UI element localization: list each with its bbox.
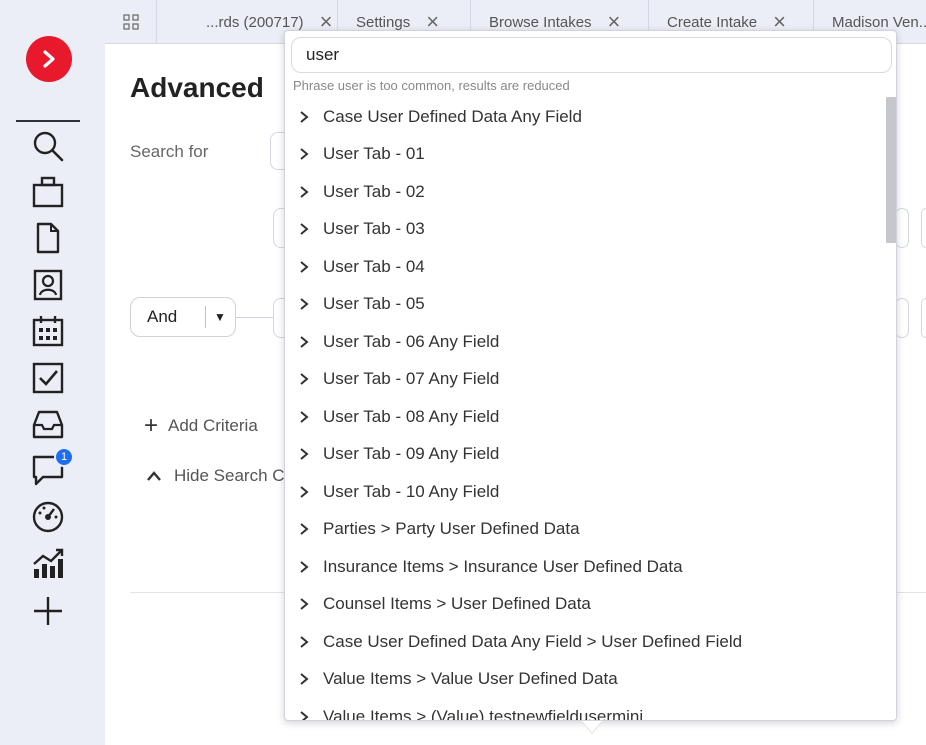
chevron-right-icon [285,185,323,198]
reports-chart-icon[interactable] [30,546,66,582]
result-item[interactable]: User Tab - 05 [285,286,885,324]
result-item[interactable]: Insurance Items > Insurance User Defined… [285,548,885,586]
operator-select[interactable]: And ▼ [130,297,236,337]
chevron-right-icon [285,598,323,611]
chevron-right-icon [285,448,323,461]
result-item-label: User Tab - 02 [323,181,425,201]
field-search-dropdown: user Phrase user is too common, results … [284,30,897,721]
field-results-list: Case User Defined Data Any Field User Tab… [285,98,885,721]
result-item-label: Value Items > Value User Defined Data [323,669,618,689]
rail-divider [16,120,80,122]
result-item-label: User Tab - 07 Any Field [323,369,500,389]
result-item-label: Parties > Party User Defined Data [323,519,580,539]
result-item-label: Insurance Items > Insurance User Defined… [323,556,683,576]
criteria-field-2-right[interactable] [895,298,909,338]
search-icon[interactable] [30,128,66,164]
caret-down-icon: ▼ [214,310,226,324]
plus-icon: + [144,412,159,439]
search-hint: Phrase user is too common, results are r… [293,78,570,93]
chevron-right-icon [285,410,323,423]
messages-badge: 1 [54,447,74,467]
result-item-label: User Tab - 10 Any Field [323,481,500,501]
result-item[interactable]: Value Items > Value User Defined Data [285,661,885,699]
dashboard-gauge-icon[interactable] [30,499,66,535]
chevron-right-icon [285,560,323,573]
calendar-icon[interactable] [30,313,66,349]
result-item[interactable]: User Tab - 01 [285,136,885,174]
result-item[interactable]: Counsel Items > User Defined Data [285,586,885,624]
tab-label: ...rds (200717) [206,13,304,31]
chevron-right-icon [285,148,323,161]
hide-search-label: Hide Search C [174,466,285,485]
field-search-input[interactable]: user [291,37,892,73]
result-item[interactable]: User Tab - 09 Any Field [285,436,885,474]
result-item-label: Case User Defined Data Any Field [323,106,582,126]
connector-line [236,317,274,318]
criteria-field-right[interactable] [895,208,909,248]
scrollbar-thumb[interactable] [886,97,896,243]
chevron-up-icon [147,471,161,481]
chevron-right-icon [285,635,323,648]
criteria-field-edge[interactable] [921,208,926,248]
result-item-label: User Tab - 05 [323,294,425,314]
result-item[interactable]: User Tab - 10 Any Field [285,473,885,511]
tab-label: Madison Ven... [832,13,926,31]
inbox-icon[interactable] [30,406,66,442]
chevron-right-icon [285,373,323,386]
tab-label: Browse Intakes [489,13,592,31]
chevron-right-icon [285,673,323,686]
result-item[interactable]: Parties > Party User Defined Data [285,511,885,549]
chevron-right-icon [285,485,323,498]
grid-menu-icon[interactable] [105,0,157,44]
document-icon[interactable] [30,220,66,256]
result-item[interactable]: User Tab - 07 Any Field [285,361,885,399]
result-item-label: Value Items > (Value) testnewfieldusermi… [323,706,644,721]
select-divider [205,306,206,328]
result-item-label: User Tab - 08 Any Field [323,406,500,426]
chevron-right-icon [43,50,55,68]
result-item-label: User Tab - 01 [323,144,425,164]
page-title: Advanced [130,72,264,103]
result-item-label: Counsel Items > User Defined Data [323,594,591,614]
result-item-label: User Tab - 03 [323,219,425,239]
result-item-label: User Tab - 04 [323,256,425,276]
criteria-field-2-edge[interactable] [921,298,926,338]
operator-value: And [147,307,178,326]
tab-label: Create Intake [667,13,758,31]
nav-rail: 1 [0,0,105,745]
checkbox-tasks-icon[interactable] [30,360,66,396]
chevron-right-icon [285,110,323,123]
result-item[interactable]: User Tab - 08 Any Field [285,398,885,436]
result-item[interactable]: User Tab - 04 [285,248,885,286]
result-item-label: User Tab - 09 Any Field [323,444,500,464]
result-item[interactable]: User Tab - 06 Any Field [285,323,885,361]
result-item-label: Case User Defined Data Any Field > User … [323,631,743,651]
add-criteria-label: Add Criteria [168,416,258,435]
result-item[interactable]: User Tab - 02 [285,173,885,211]
chevron-right-icon [285,710,323,720]
chevron-right-icon [285,298,323,311]
chevron-right-icon [285,223,323,236]
chevron-right-icon [285,260,323,273]
search-for-label: Search for [130,142,209,161]
result-item[interactable]: User Tab - 03 [285,211,885,249]
result-item-label: User Tab - 06 Any Field [323,331,500,351]
add-criteria-button[interactable]: + Add Criteria [144,412,258,440]
result-item[interactable]: Value Items > (Value) testnewfieldusermi… [285,698,885,721]
briefcase-icon[interactable] [30,174,66,210]
chevron-right-icon [285,523,323,536]
result-item[interactable]: Case User Defined Data Any Field [285,98,885,136]
app-logo[interactable] [26,36,72,82]
contact-icon[interactable] [30,267,66,303]
dropdown-pointer [582,721,602,733]
tab-label: Settings [356,13,411,31]
hide-search-button[interactable]: Hide Search C [146,466,285,486]
chevron-right-icon [285,335,323,348]
add-icon[interactable] [30,593,66,629]
result-item[interactable]: Case User Defined Data Any Field > User … [285,623,885,661]
